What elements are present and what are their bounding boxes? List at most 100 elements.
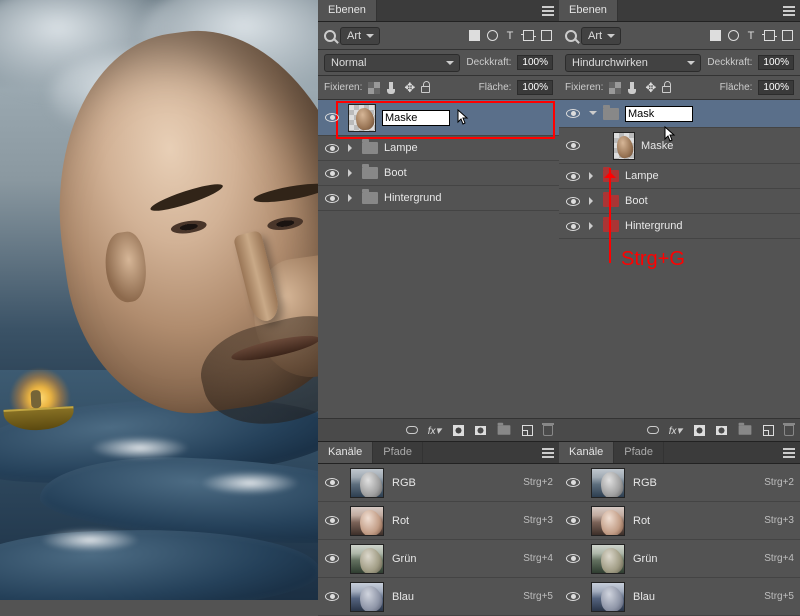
fx-icon[interactable]: fx▾ (428, 424, 441, 437)
trash-icon[interactable] (784, 425, 794, 436)
layer-row[interactable]: Hintergrund (318, 186, 559, 211)
visibility-icon[interactable] (566, 172, 580, 181)
disclosure-icon[interactable] (348, 169, 356, 177)
filter-pixel-icon[interactable] (708, 29, 722, 43)
layer-name[interactable]: Hintergrund (625, 220, 682, 232)
filter-smart-icon[interactable] (780, 29, 794, 43)
filter-shape-icon[interactable] (762, 29, 776, 43)
fill-input[interactable]: 100% (758, 80, 794, 95)
visibility-icon[interactable] (566, 222, 580, 231)
new-layer-icon[interactable] (522, 425, 533, 436)
channel-row[interactable]: RGB Strg+2 (318, 464, 559, 502)
layer-group-row[interactable]: Mask (559, 100, 800, 128)
layer-name[interactable]: Hintergrund (384, 192, 441, 204)
filter-type-dropdown[interactable]: Art (581, 27, 621, 45)
channel-row[interactable]: Rot Strg+3 (318, 502, 559, 540)
lock-all-icon[interactable] (662, 86, 671, 93)
disclosure-icon[interactable] (348, 194, 356, 202)
layer-name[interactable]: Lampe (625, 170, 659, 182)
new-layer-icon[interactable] (763, 425, 774, 436)
fill-input[interactable]: 100% (517, 80, 553, 95)
lock-position-icon[interactable]: ✥ (404, 80, 415, 96)
tab-paths[interactable]: Pfade (373, 442, 423, 463)
disclosure-icon[interactable] (589, 172, 597, 180)
new-group-icon[interactable] (498, 425, 511, 435)
visibility-icon[interactable] (325, 478, 339, 487)
visibility-icon[interactable] (566, 554, 580, 563)
visibility-icon[interactable] (566, 478, 580, 487)
mask-icon[interactable] (451, 423, 465, 437)
layer-row[interactable]: Lampe (318, 136, 559, 161)
lock-pixels-icon[interactable] (627, 82, 639, 94)
mask-icon[interactable] (692, 423, 706, 437)
filter-type-dropdown[interactable]: Art (340, 27, 380, 45)
layer-row[interactable]: Boot (318, 161, 559, 186)
layer-thumbnail[interactable] (613, 132, 635, 160)
document-canvas[interactable] (0, 0, 318, 600)
filter-adjust-icon[interactable] (726, 29, 740, 43)
layer-row[interactable]: Lampe (559, 164, 800, 189)
lock-transparent-icon[interactable] (368, 82, 380, 94)
channel-row[interactable]: Grün Strg+4 (559, 540, 800, 578)
channel-row[interactable]: Blau Strg+5 (559, 578, 800, 616)
filter-shape-icon[interactable] (521, 29, 535, 43)
visibility-icon[interactable] (325, 113, 339, 122)
filter-type-icon[interactable]: T (744, 29, 758, 43)
layer-row-maske[interactable]: Maske (318, 100, 559, 136)
visibility-icon[interactable] (325, 144, 339, 153)
layer-name[interactable]: Boot (384, 167, 407, 179)
opacity-input[interactable]: 100% (517, 55, 553, 70)
layer-row[interactable]: Boot (559, 189, 800, 214)
filter-pixel-icon[interactable] (467, 29, 481, 43)
tab-layers[interactable]: Ebenen (559, 0, 618, 21)
filter-adjust-icon[interactable] (485, 29, 499, 43)
disclosure-icon[interactable] (589, 111, 597, 119)
disclosure-icon[interactable] (589, 197, 597, 205)
panel-menu-icon[interactable] (778, 442, 800, 463)
channel-row[interactable]: Blau Strg+5 (318, 578, 559, 616)
channel-row[interactable]: RGB Strg+2 (559, 464, 800, 502)
layer-name-edit[interactable]: Maske (382, 110, 450, 126)
visibility-icon[interactable] (325, 516, 339, 525)
lock-position-icon[interactable]: ✥ (645, 80, 656, 96)
opacity-input[interactable]: 100% (758, 55, 794, 70)
tab-layers[interactable]: Ebenen (318, 0, 377, 21)
visibility-icon[interactable] (325, 194, 339, 203)
link-layers-icon[interactable] (406, 426, 418, 434)
layer-name[interactable]: Lampe (384, 142, 418, 154)
link-layers-icon[interactable] (647, 426, 659, 434)
filter-smart-icon[interactable] (539, 29, 553, 43)
blend-mode-dropdown[interactable]: Hindurchwirken (565, 54, 701, 72)
panel-menu-icon[interactable] (537, 442, 559, 463)
visibility-icon[interactable] (566, 516, 580, 525)
trash-icon[interactable] (543, 425, 553, 436)
layer-name[interactable]: Boot (625, 195, 648, 207)
lock-transparent-icon[interactable] (609, 82, 621, 94)
fx-icon[interactable]: fx▾ (669, 424, 682, 437)
layer-row[interactable]: Hintergrund (559, 214, 800, 239)
channel-row[interactable]: Rot Strg+3 (559, 502, 800, 540)
tab-channels[interactable]: Kanäle (318, 442, 373, 463)
blend-mode-dropdown[interactable]: Normal (324, 54, 460, 72)
new-group-icon[interactable] (739, 425, 752, 435)
tab-paths[interactable]: Pfade (614, 442, 664, 463)
channel-row[interactable]: Grün Strg+4 (318, 540, 559, 578)
layer-thumbnail[interactable] (348, 104, 376, 132)
layer-row-maske[interactable]: Maske (559, 128, 800, 164)
adjustment-icon[interactable] (716, 426, 727, 435)
lock-all-icon[interactable] (421, 86, 430, 93)
disclosure-icon[interactable] (589, 222, 597, 230)
visibility-icon[interactable] (566, 197, 580, 206)
panel-menu-icon[interactable] (778, 0, 800, 21)
panel-menu-icon[interactable] (537, 0, 559, 21)
visibility-icon[interactable] (325, 554, 339, 563)
disclosure-icon[interactable] (348, 144, 356, 152)
visibility-icon[interactable] (325, 169, 339, 178)
visibility-icon[interactable] (566, 109, 580, 118)
adjustment-icon[interactable] (475, 426, 486, 435)
tab-channels[interactable]: Kanäle (559, 442, 614, 463)
lock-pixels-icon[interactable] (386, 82, 398, 94)
group-name-edit[interactable]: Mask (625, 106, 693, 122)
filter-type-icon[interactable]: T (503, 29, 517, 43)
visibility-icon[interactable] (566, 141, 580, 150)
